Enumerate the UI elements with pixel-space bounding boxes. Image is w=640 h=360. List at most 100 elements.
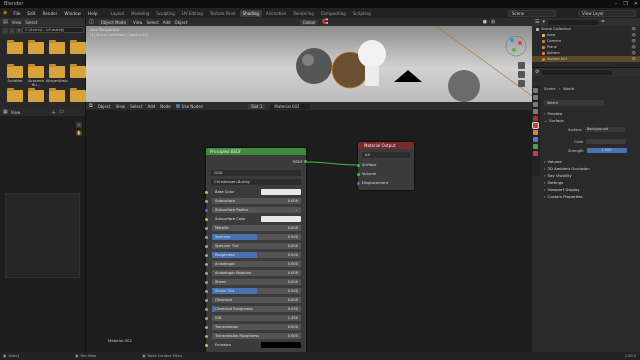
navigation-gizmo[interactable] <box>505 35 527 57</box>
base-color-input[interactable]: Base Color <box>212 189 301 195</box>
folder-icon[interactable] <box>28 40 44 54</box>
strength-field[interactable]: 1.000 <box>586 148 627 153</box>
input-socket[interactable] <box>204 190 208 194</box>
workspace-tab-uv-editing[interactable]: UV Editing <box>179 10 206 17</box>
pan-view-icon[interactable] <box>518 71 525 78</box>
workspace-tab-rendering[interactable]: Rendering <box>290 10 316 17</box>
tool-tab-icon[interactable] <box>533 88 538 93</box>
editor-type-icon[interactable]: ⚙ <box>535 69 539 75</box>
input-socket[interactable] <box>204 208 208 212</box>
input-socket[interactable] <box>204 289 208 293</box>
transmission-roughness-slider[interactable]: Transmission Roughness 0.000 <box>212 333 301 339</box>
metallic-slider[interactable]: Metallic 0.000 <box>212 225 301 231</box>
ie-menu-view[interactable]: View <box>11 110 21 115</box>
folder-icon[interactable] <box>70 64 86 78</box>
world-tab-icon[interactable] <box>532 122 539 129</box>
close-button[interactable]: ✕ <box>634 0 638 8</box>
maximize-button[interactable]: ❐ <box>623 0 627 8</box>
section-surface[interactable]: ⌄ Surface <box>540 117 640 124</box>
principled-bsdf-node[interactable]: Principled BSDF BSDF GGX Christensen-Bur… <box>204 148 307 354</box>
subsurface-method-dropdown[interactable]: Christensen-Burley <box>211 179 301 185</box>
surface-shader-field[interactable]: Background <box>584 127 625 132</box>
modifier-tab-icon[interactable] <box>533 137 538 142</box>
ne-object-dropdown[interactable]: Object <box>98 104 111 109</box>
pedestal[interactable] <box>365 66 379 86</box>
input-socket[interactable] <box>204 334 208 338</box>
section-volume[interactable]: › Volume <box>540 158 640 165</box>
editor-type-icon[interactable]: ▤ <box>3 19 8 25</box>
color-swatch[interactable] <box>261 342 301 348</box>
sheen-slider[interactable]: Sheen 0.000 <box>212 279 301 285</box>
snap-icon[interactable]: 🧲 <box>322 19 328 25</box>
menu-render[interactable]: Render <box>42 11 59 16</box>
workspace-tab-sculpting[interactable]: Sculpting <box>153 10 178 17</box>
view-layer-tab-icon[interactable] <box>533 109 538 114</box>
black-cone[interactable] <box>394 70 422 82</box>
zoom-view-icon[interactable] <box>518 62 525 69</box>
white-sphere[interactable] <box>358 40 386 68</box>
transmission-slider[interactable]: Transmission 0.000 <box>212 324 301 330</box>
node-canvas[interactable]: Material.002 <box>86 110 532 352</box>
section-settings[interactable]: › Settings <box>540 179 640 186</box>
outliner-search[interactable] <box>548 19 598 25</box>
gizmo-x-axis[interactable] <box>518 41 522 45</box>
emission-input[interactable]: Emission <box>212 342 301 348</box>
vp-menu-view[interactable]: View <box>133 20 143 25</box>
input-socket[interactable] <box>204 325 208 329</box>
distribution-dropdown[interactable]: GGX <box>211 170 301 176</box>
workspace-tab-shading[interactable]: Shading <box>239 9 262 17</box>
filter-icon[interactable]: ⏷ <box>601 19 605 25</box>
folder-icon[interactable] <box>49 40 65 54</box>
clearcoat-roughness-slider[interactable]: Clearcoat Roughness 0.030 <box>212 306 301 312</box>
color-swatch[interactable] <box>261 216 301 222</box>
section-preview[interactable]: › Preview <box>540 110 640 117</box>
camera-view-icon[interactable] <box>518 80 525 87</box>
hand-icon[interactable]: ✋ <box>76 130 82 136</box>
object-tab-icon[interactable] <box>533 130 538 135</box>
section-custom-properties[interactable]: › Custom Properties <box>540 193 640 200</box>
shading-material-icon[interactable]: ◍ <box>491 19 495 25</box>
editor-type-icon[interactable]: ◫ <box>89 19 94 25</box>
material-tab-icon[interactable] <box>533 151 538 156</box>
constraint-tab-icon[interactable] <box>533 144 538 149</box>
workspace-tab-scripting[interactable]: Scripting <box>350 10 374 17</box>
input-socket[interactable] <box>204 280 208 284</box>
bsdf-node-header[interactable]: Principled BSDF <box>206 148 306 155</box>
blender-logo-icon[interactable]: ◉ <box>3 10 7 16</box>
input-socket[interactable] <box>204 262 208 266</box>
workspace-tab-compositing[interactable]: Compositing <box>318 10 349 17</box>
color-swatch[interactable] <box>261 189 301 195</box>
use-nodes-toggle[interactable]: Use Nodes <box>175 104 203 109</box>
workspace-tab-layout[interactable]: Layout <box>107 10 127 17</box>
chrome-sphere[interactable] <box>296 48 332 84</box>
input-socket[interactable] <box>204 244 208 248</box>
gizmo-z-axis[interactable] <box>510 38 514 42</box>
color-swatch[interactable] <box>586 139 627 144</box>
new-image-icon[interactable]: ＋ <box>51 109 56 116</box>
input-socket[interactable] <box>204 199 208 203</box>
workspace-tab-texture-paint[interactable]: Texture Paint <box>207 10 239 17</box>
folder-icon[interactable] <box>7 40 23 54</box>
visibility-icon[interactable]: 👁 <box>631 56 636 62</box>
folder-icon[interactable] <box>70 88 86 102</box>
3d-viewport[interactable]: ◫ Object Mode View Select Add Object Glo… <box>86 18 532 102</box>
transform-orientation[interactable]: Global <box>299 19 319 25</box>
viewport-render[interactable] <box>86 26 532 102</box>
slot-dropdown[interactable]: Slot 1 <box>247 103 266 109</box>
open-image-icon[interactable]: ▭ <box>59 109 64 115</box>
back-icon[interactable]: ‹ <box>2 28 8 34</box>
vp-menu-object[interactable]: Object <box>175 20 188 25</box>
input-socket[interactable] <box>204 307 208 311</box>
menu-file[interactable]: File <box>12 11 21 16</box>
path-field[interactable]: C:\Users\L...\ct\material\ <box>22 27 68 33</box>
scene-selector[interactable]: Scene <box>508 10 556 17</box>
clearcoat-slider[interactable]: Clearcoat 0.000 <box>212 297 301 303</box>
folder-icon[interactable] <box>49 64 65 78</box>
bsdf-output-socket[interactable] <box>304 160 307 163</box>
specular-slider[interactable]: Specular 0.500 <box>212 234 301 240</box>
vp-menu-select[interactable]: Select <box>146 20 158 25</box>
forward-icon[interactable]: › <box>9 28 15 34</box>
folder-icon[interactable] <box>70 40 86 54</box>
subsurface-color-input[interactable]: Subsurface Color <box>212 216 301 222</box>
world-datablock[interactable]: World <box>544 100 604 106</box>
